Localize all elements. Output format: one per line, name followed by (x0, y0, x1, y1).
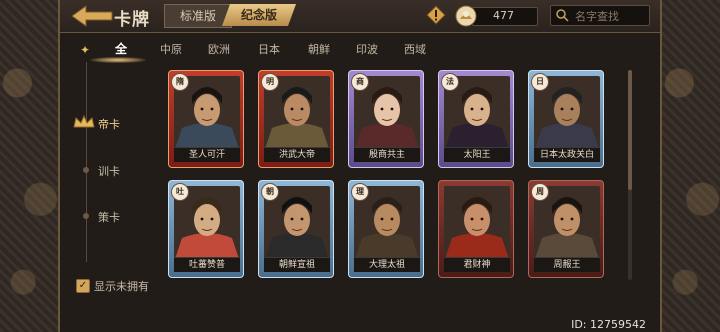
dynasty-badge: 朝 (261, 183, 279, 201)
scrollbar-thumb[interactable] (628, 70, 632, 190)
hero-name: 大理太祖 (354, 257, 420, 272)
hero-card[interactable]: 理大理太祖 (348, 180, 424, 278)
dynasty-badge: 隋 (171, 73, 189, 91)
back-button[interactable] (70, 4, 114, 28)
region-tab-western-regions[interactable]: 西域 (404, 41, 426, 57)
hero-name: 洪武大帝 (264, 147, 330, 162)
hero-card[interactable]: 周周赧王 (528, 180, 604, 278)
dynasty-badge: 周 (531, 183, 549, 201)
hero-name: 朝鲜宣祖 (264, 257, 330, 272)
hero-name: 太阳王 (444, 147, 510, 162)
hero-card[interactable]: 明洪武大帝 (258, 70, 334, 168)
player-id: ID: 12759542 (571, 318, 646, 331)
search-icon (556, 9, 569, 22)
crown-icon (73, 115, 95, 128)
right-decorative-panel (661, 0, 720, 332)
currency-icon (454, 4, 478, 28)
hero-name: 殷商共主 (354, 147, 420, 162)
dynasty-badge: 明 (261, 73, 279, 91)
left-decorative-panel (0, 0, 59, 332)
hero-card[interactable]: 法太阳王 (438, 70, 514, 168)
hero-name: 日本太政关白 (534, 147, 600, 162)
dynasty-badge: 日 (531, 73, 549, 91)
hero-name: 君财神 (444, 257, 510, 272)
back-arrow-icon (71, 5, 113, 27)
hero-name: 吐蕃赞普 (174, 257, 240, 272)
active-tab-glow (90, 57, 146, 63)
hero-card[interactable]: 吐吐蕃赞普 (168, 180, 244, 278)
page-title: 卡牌 (114, 10, 150, 30)
hero-name: 圣人可汗 (174, 147, 240, 162)
tab-memorial[interactable]: 纪念版 (222, 4, 296, 26)
region-tab-korea[interactable]: 朝鲜 (308, 41, 330, 57)
category-dot (83, 167, 89, 173)
dynasty-badge: 理 (351, 183, 369, 201)
currency-display: 477 (472, 7, 538, 26)
dynasty-badge: 吐 (171, 183, 189, 201)
alert-icon[interactable] (426, 5, 446, 25)
hero-card[interactable]: 商殷商共主 (348, 70, 424, 168)
hero-card[interactable]: 朝朝鲜宣祖 (258, 180, 334, 278)
region-tab-zhongyuan[interactable]: 中原 (160, 41, 182, 57)
scrollbar[interactable] (628, 70, 632, 280)
hero-card[interactable]: 隋圣人可汗 (168, 70, 244, 168)
show-unowned-label: 显示未拥有 (94, 280, 149, 293)
hero-portrait (444, 186, 510, 262)
main-panel: 卡牌 标准版 纪念版 477 名字查找 ✦ 全 中原 欧洲 日本 朝鲜 印波 西… (58, 0, 662, 332)
hero-card[interactable]: 日日本太政关白 (528, 70, 604, 168)
header-bar: 卡牌 标准版 纪念版 477 (60, 0, 660, 33)
category-emperor[interactable]: 帝卡 (98, 116, 120, 132)
tab-standard[interactable]: 标准版 (164, 4, 232, 28)
region-tab-europe[interactable]: 欧洲 (208, 41, 230, 57)
dynasty-badge: 商 (351, 73, 369, 91)
category-track (86, 62, 87, 262)
region-filter-bar: ✦ 全 中原 欧洲 日本 朝鲜 印波 西域 (60, 33, 660, 63)
category-strategy[interactable]: 策卡 (98, 209, 120, 225)
search-field[interactable] (550, 5, 650, 26)
hero-name: 周赧王 (534, 257, 600, 272)
currency-value: 477 (493, 9, 514, 22)
region-tab-india-persia[interactable]: 印波 (356, 41, 378, 57)
category-training[interactable]: 训卡 (98, 163, 120, 179)
dynasty-badge: 法 (441, 73, 459, 91)
search-input[interactable] (573, 7, 647, 25)
category-dot (83, 213, 89, 219)
sparkle-icon: ✦ (80, 43, 91, 57)
hero-card[interactable]: 君财神 (438, 180, 514, 278)
region-tab-japan[interactable]: 日本 (258, 41, 280, 57)
card-grid: 隋圣人可汗明洪武大帝商殷商共主法太阳王日日本太政关白吐吐蕃赞普朝朝鲜宣祖理大理太… (160, 62, 644, 286)
region-tab-all[interactable]: 全 (115, 40, 127, 57)
show-unowned-checkbox[interactable]: ✓ (76, 279, 90, 293)
